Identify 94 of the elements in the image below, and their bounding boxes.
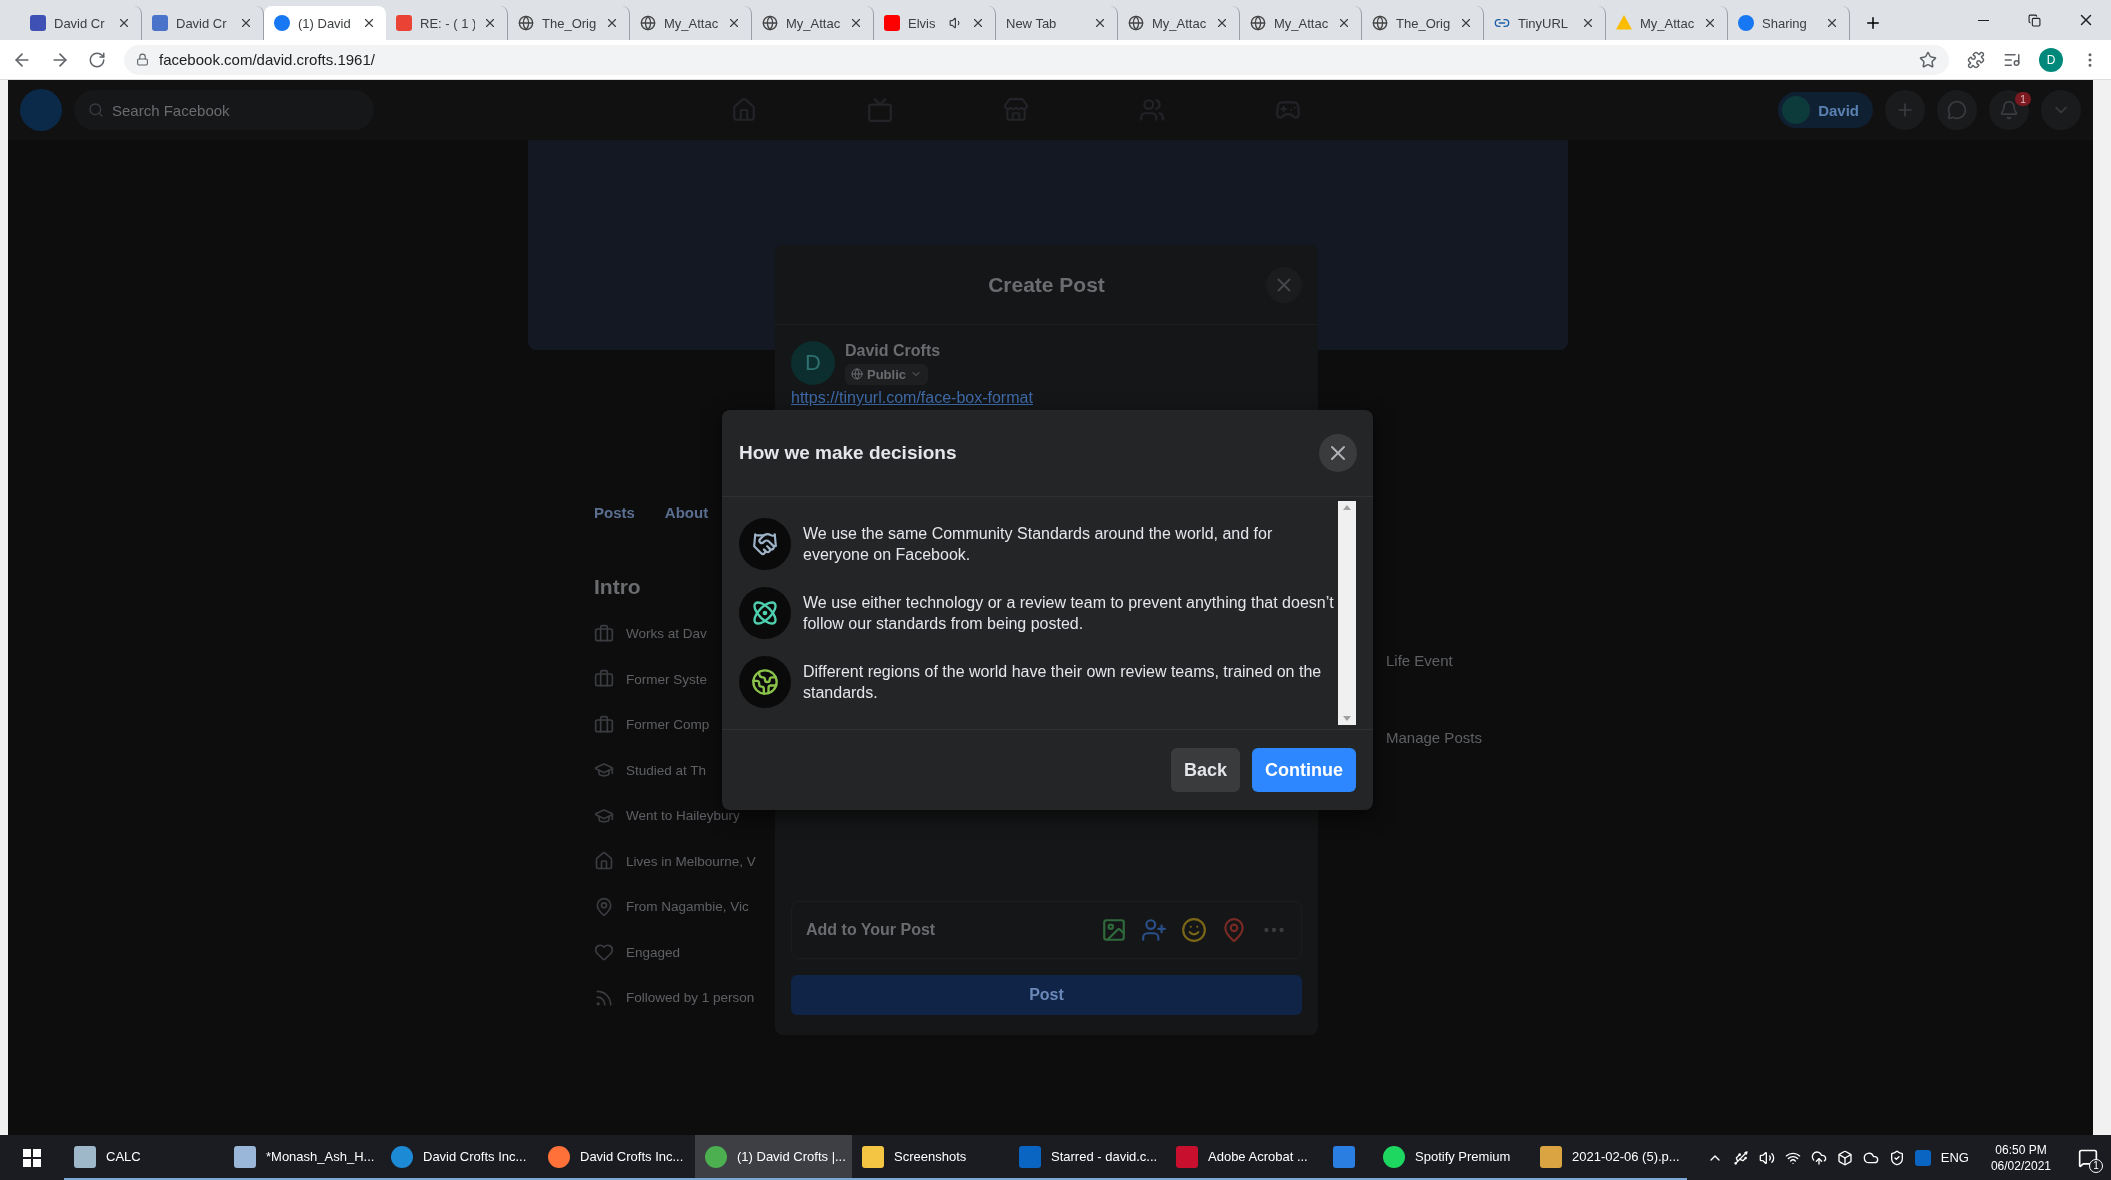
close-icon[interactable] (971, 16, 985, 30)
globe-icon (739, 656, 791, 708)
minimize-icon (1978, 19, 1989, 21)
close-icon[interactable] (1093, 16, 1107, 30)
globe-icon (851, 368, 863, 380)
lock-icon (136, 53, 149, 66)
intro-item: From Nagambie, Vic (626, 899, 749, 915)
shield-icon[interactable] (1888, 1149, 1905, 1166)
close-icon[interactable] (362, 16, 376, 30)
close-icon[interactable] (239, 16, 253, 30)
usb-icon[interactable] (1732, 1149, 1749, 1166)
taskbar-app[interactable]: David Crofts Inc... (381, 1135, 538, 1180)
close-icon[interactable] (1337, 16, 1351, 30)
atom-icon (739, 587, 791, 639)
intro-item: Went to Haileybury (626, 808, 740, 824)
briefcase-icon (594, 623, 614, 644)
clock-time[interactable]: 06:50 PM (1995, 1141, 2047, 1158)
briefcase-icon (594, 669, 614, 690)
bell-icon (1999, 100, 2019, 120)
notifications-button[interactable]: 1 (1989, 90, 2029, 130)
image-icon[interactable] (1101, 917, 1127, 943)
puzzle-icon[interactable] (1967, 50, 1985, 69)
close-icon[interactable] (1215, 16, 1229, 30)
language-indicator[interactable]: ENG (1940, 1150, 1969, 1165)
profile-chip[interactable]: David (1778, 92, 1873, 128)
intro-item: Former Comp (626, 717, 710, 733)
info-text: We use either technology or a review team to prevent anything that doesn’t follow our standards from being posted. (803, 593, 1335, 634)
smile-icon[interactable] (1181, 917, 1207, 943)
close-icon[interactable] (483, 16, 497, 30)
modal-title: Create Post (988, 272, 1105, 297)
volume-icon[interactable] (1758, 1149, 1775, 1166)
taskbar-app[interactable]: Screenshots (852, 1135, 1009, 1180)
intro-item: Former Syste (626, 671, 707, 687)
intro-item: Followed by 1 person (626, 990, 755, 1006)
windows-icon (23, 1148, 41, 1167)
intro-item: Works at Dav (626, 626, 707, 642)
clock-date[interactable]: 06/02/2021 (1990, 1157, 2051, 1174)
search-field[interactable]: Search Facebook (74, 90, 374, 130)
reload-icon (88, 50, 106, 69)
close-icon[interactable] (117, 16, 131, 30)
intro-heading: Intro (594, 575, 641, 599)
globe-icon (1128, 15, 1144, 31)
taskbar-app[interactable]: CALC (64, 1135, 224, 1180)
taskbar-app[interactable]: Adobe Acrobat ... (1166, 1135, 1323, 1180)
taskbar-app[interactable]: *Monash_Ash_H... (224, 1135, 381, 1180)
intro-item: Lives in Melbourne, V (626, 853, 756, 869)
house-icon (594, 851, 614, 872)
globe-icon (518, 15, 534, 31)
back-button[interactable]: Back (1170, 748, 1240, 792)
page-scrollbar[interactable] (2093, 80, 2111, 1135)
taskbar-app[interactable]: Starred - david.c... (1009, 1135, 1166, 1180)
post-button[interactable]: Post (791, 975, 1302, 1015)
intro-item: Engaged (626, 944, 681, 960)
box-icon[interactable] (1836, 1149, 1853, 1166)
close-icon[interactable] (1825, 16, 1839, 30)
add-to-post-label: Add to Your Post (806, 921, 936, 939)
star-icon[interactable] (1919, 50, 1937, 69)
intro-item: Studied at Th (626, 762, 707, 778)
avatar (1782, 96, 1811, 124)
pin-icon (594, 896, 614, 917)
author-name: David Crofts (845, 341, 941, 360)
info-text: We use the same Community Standards around the world, and for everyone on Facebook. (803, 524, 1274, 565)
chat-icon (1947, 100, 1967, 120)
restore-icon (2028, 13, 2041, 27)
cloud-upload-icon[interactable] (1810, 1149, 1827, 1166)
close-icon[interactable] (1581, 16, 1595, 30)
close-icon[interactable] (1459, 16, 1473, 30)
action-center-button[interactable]: 1 (2073, 1142, 2103, 1173)
close-button[interactable] (1319, 434, 1357, 472)
taskbar-app[interactable]: Spotify Premium (1373, 1135, 1530, 1180)
globe-icon (1372, 15, 1388, 31)
taskbar-app[interactable]: 2021-02-06 (5).p... (1530, 1135, 1687, 1180)
user-avatar: D (791, 341, 835, 385)
briefcase-icon (594, 714, 614, 735)
profile-avatar[interactable]: D (2039, 47, 2063, 72)
close-icon[interactable] (727, 16, 741, 30)
new-tab-icon[interactable] (1864, 14, 1882, 32)
dialog-title: How we make decisions (739, 442, 957, 464)
info-text: Different regions of the world have their own review teams, trained on the standards. (803, 662, 1323, 703)
notification-badge: 1 (2014, 92, 2031, 106)
globe-icon (640, 15, 656, 31)
close-icon[interactable] (605, 16, 619, 30)
globe-icon (1250, 15, 1266, 31)
profile-tab[interactable]: Posts (594, 504, 635, 521)
address-bar[interactable]: facebook.com/david.crofts.1961/ (124, 44, 1949, 75)
reload-button[interactable] (88, 50, 106, 69)
globe-icon (762, 15, 778, 31)
profile-tab[interactable]: About (664, 504, 709, 521)
handshake-icon (739, 518, 791, 570)
browser-tab[interactable]: (1) David (264, 6, 386, 40)
close-icon[interactable] (849, 16, 863, 30)
taskbar-app[interactable]: (1) David Crofts |... (695, 1135, 852, 1180)
heart-icon (594, 942, 614, 963)
close-icon[interactable] (1703, 16, 1717, 30)
